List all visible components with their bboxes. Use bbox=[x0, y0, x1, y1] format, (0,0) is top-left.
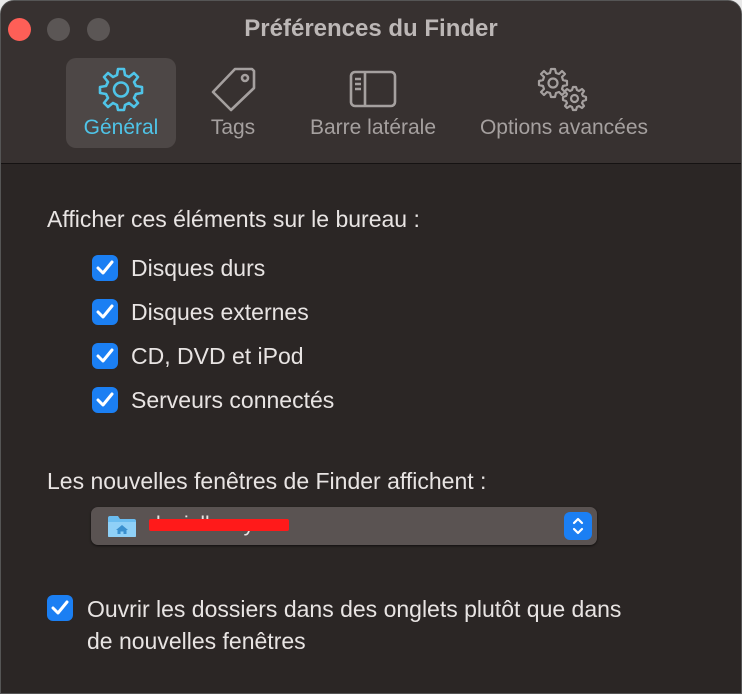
gears-icon bbox=[537, 67, 588, 112]
checkbox-label: CD, DVD et iPod bbox=[131, 342, 304, 369]
checkbox-label: Disques externes bbox=[131, 298, 309, 325]
sidebar-icon bbox=[349, 70, 397, 108]
tab-sidebar-label: Barre latérale bbox=[309, 116, 437, 139]
tab-advanced-label: Options avancées bbox=[479, 116, 649, 139]
checkbox-row-hard-disks[interactable]: Disques durs bbox=[92, 253, 265, 283]
new-windows-heading: Les nouvelles fenêtres de Finder affiche… bbox=[47, 468, 487, 494]
popup-stepper[interactable] bbox=[564, 512, 592, 540]
home-folder-icon bbox=[108, 516, 136, 537]
toolbar: Préférences du Finder Général Tags Barre… bbox=[1, 1, 741, 164]
checkbox-row-connected-servers[interactable]: Serveurs connectés bbox=[92, 385, 334, 415]
gear-icon bbox=[98, 67, 144, 112]
window-title: Préférences du Finder bbox=[244, 15, 498, 42]
tab-advanced[interactable]: Options avancées bbox=[464, 58, 664, 148]
checkbox-label: Ouvrir les dossiers dans des onglets plu… bbox=[87, 596, 622, 654]
checkmark-icon bbox=[96, 260, 114, 275]
checkmark-icon bbox=[96, 348, 114, 363]
tab-sidebar[interactable]: Barre latérale bbox=[298, 58, 448, 148]
tab-tags[interactable]: Tags bbox=[193, 58, 273, 148]
tab-general[interactable]: Général bbox=[66, 58, 176, 148]
checkmark-icon bbox=[96, 392, 114, 407]
desktop-items-heading: Afficher ces éléments sur le bureau : bbox=[47, 206, 420, 232]
tab-tags-label: Tags bbox=[210, 116, 256, 139]
checkbox-row-external-disks[interactable]: Disques externes bbox=[92, 297, 309, 327]
tab-general-label: Général bbox=[83, 116, 159, 139]
checkbox-row-cd-dvd-ipod[interactable]: CD, DVD et iPod bbox=[92, 341, 304, 371]
redaction-mark bbox=[149, 519, 289, 531]
finder-preferences-window: Préférences du Finder Général Tags Barre… bbox=[0, 0, 742, 694]
checkmark-icon bbox=[51, 600, 69, 615]
checkbox-external-disks[interactable] bbox=[92, 299, 118, 325]
checkmark-icon bbox=[96, 304, 114, 319]
checkbox-connected-servers[interactable] bbox=[92, 387, 118, 413]
checkbox-label: Disques durs bbox=[131, 254, 266, 281]
tag-icon bbox=[211, 67, 256, 112]
checkbox-open-in-tabs[interactable] bbox=[47, 595, 73, 621]
checkbox-hard-disks[interactable] bbox=[92, 255, 118, 281]
checkbox-cd-dvd-ipod[interactable] bbox=[92, 343, 118, 369]
checkbox-label: Serveurs connectés bbox=[131, 386, 335, 413]
chevron-up-down-icon bbox=[572, 517, 584, 535]
